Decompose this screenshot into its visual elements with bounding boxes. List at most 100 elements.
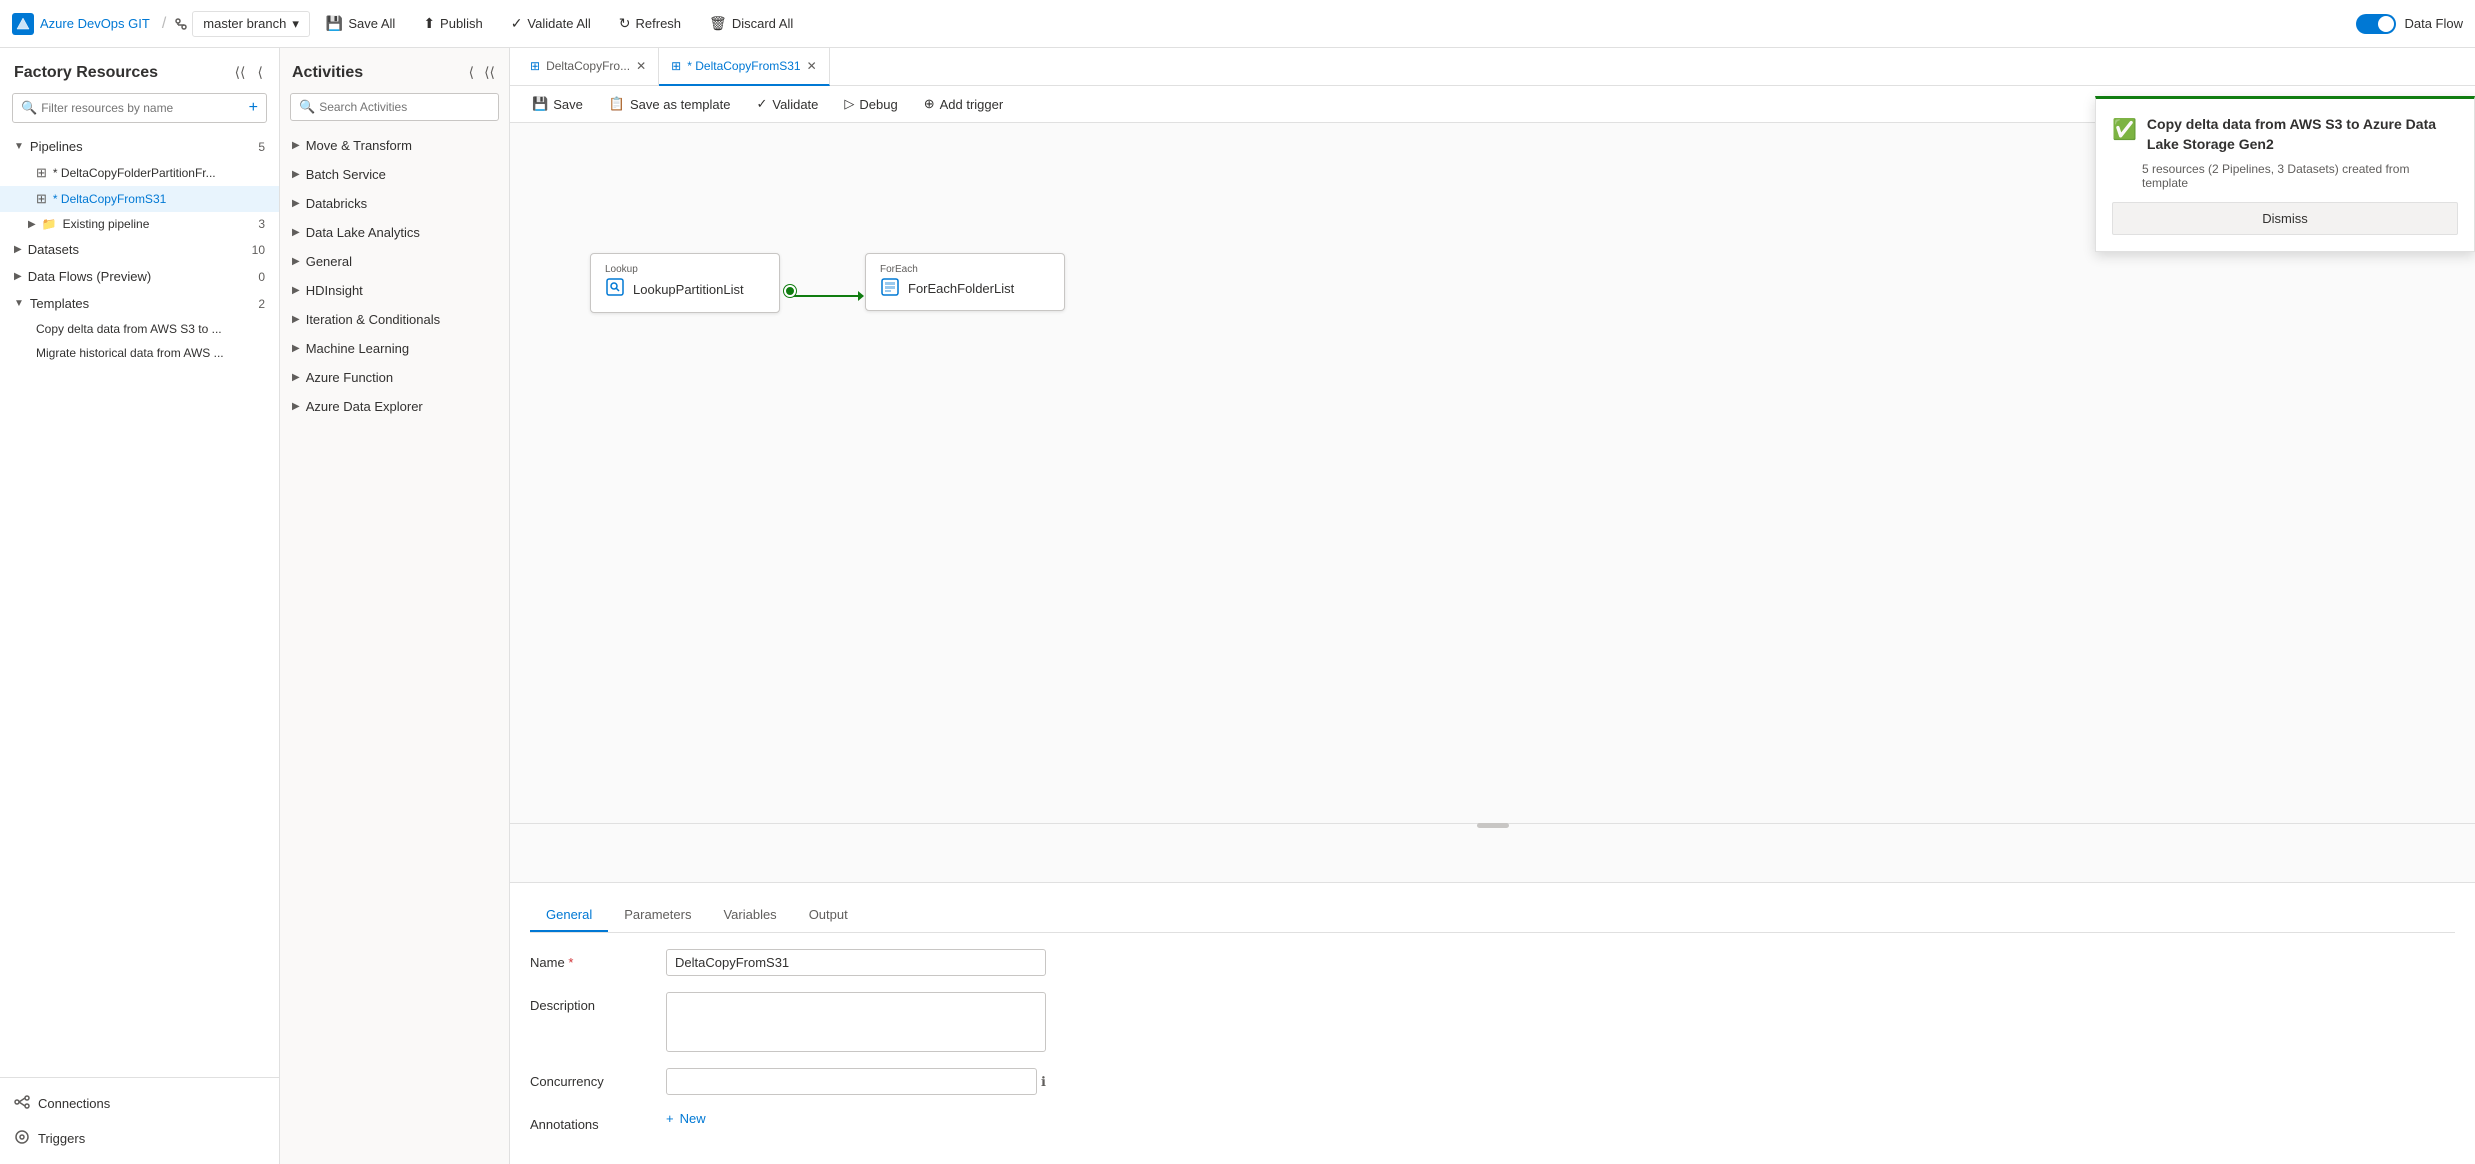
activity-group-azure-function[interactable]: ▶ Azure Function <box>280 363 509 392</box>
lookup-node[interactable]: Lookup LookupPartitionList <box>590 253 780 313</box>
sidebar-section-dataflows[interactable]: ▶ Data Flows (Preview) 0 <box>0 263 279 290</box>
activities-search-icon: 🔍 <box>299 99 315 115</box>
move-transform-label: Move & Transform <box>306 138 412 153</box>
datasets-chevron-icon: ▶ <box>14 244 22 255</box>
validate-button[interactable]: ✓ Validate <box>746 92 828 116</box>
sidebar-minimize-icon[interactable]: ⟨ <box>256 62 265 83</box>
general-chevron-icon: ▶ <box>292 256 300 267</box>
pipeline-canvas[interactable]: Lookup LookupPartitionList <box>510 123 2475 1164</box>
template-item-2[interactable]: Migrate historical data from AWS ... <box>0 341 279 365</box>
branch-label: master branch <box>203 16 286 31</box>
left-sidebar: Factory Resources ⟨⟨ ⟨ 🔍 + ▼ Pipelines 5… <box>0 48 280 1164</box>
add-trigger-button[interactable]: ⊕ Add trigger <box>914 92 1014 116</box>
activity-group-batch-service[interactable]: ▶ Batch Service <box>280 160 509 189</box>
add-trigger-icon: ⊕ <box>924 96 935 112</box>
refresh-button[interactable]: ↻ Refresh <box>607 10 693 37</box>
save-as-template-button[interactable]: 📋 Save as template <box>599 92 741 116</box>
sidebar-collapse-icon[interactable]: ⟨⟨ <box>233 62 248 83</box>
databricks-chevron-icon: ▶ <box>292 198 300 209</box>
iteration-conditionals-chevron-icon: ▶ <box>292 314 300 325</box>
batch-service-chevron-icon: ▶ <box>292 169 300 180</box>
toast-dismiss-button[interactable]: Dismiss <box>2112 202 2458 235</box>
data-flow-toggle[interactable] <box>2356 14 2396 34</box>
hdinsight-label: HDInsight <box>306 283 363 298</box>
activity-group-hdinsight[interactable]: ▶ HDInsight <box>280 276 509 305</box>
foreach-node[interactable]: ForEach ForEachFolderList <box>865 253 1065 311</box>
sidebar-item-triggers[interactable]: Triggers <box>0 1121 279 1156</box>
lookup-node-content: Lookup LookupPartitionList <box>605 264 744 302</box>
azure-function-label: Azure Function <box>306 370 393 385</box>
azure-data-explorer-label: Azure Data Explorer <box>306 399 423 414</box>
save-button[interactable]: 💾 Save <box>522 92 593 116</box>
concurrency-info-icon: ℹ <box>1041 1074 1046 1090</box>
tab2-close-button[interactable]: ✕ <box>807 59 817 73</box>
save-template-icon: 📋 <box>609 96 625 112</box>
publish-button[interactable]: ⬆ Publish <box>411 10 494 37</box>
save-all-button[interactable]: 💾 Save All <box>314 10 407 37</box>
activities-minimize-icon[interactable]: ⟨⟨ <box>482 62 497 83</box>
pipeline-tab-2[interactable]: ⊞ * DeltaCopyFromS31 ✕ <box>659 48 830 86</box>
tab-general[interactable]: General <box>530 899 608 932</box>
existing-pipeline-item[interactable]: ▶ 📁 Existing pipeline 3 <box>0 212 279 236</box>
template-item-1[interactable]: Copy delta data from AWS S3 to ... <box>0 317 279 341</box>
existing-pipeline-label: Existing pipeline <box>63 217 150 231</box>
pipeline-item-1[interactable]: ⊞ * DeltaCopyFolderPartitionFr... <box>0 160 279 186</box>
discard-all-button[interactable]: 🗑 Discard All <box>697 10 805 37</box>
activities-search-input[interactable] <box>319 100 490 114</box>
activity-group-machine-learning[interactable]: ▶ Machine Learning <box>280 334 509 363</box>
git-icon <box>174 17 188 31</box>
connections-label: Connections <box>38 1096 110 1111</box>
activities-collapse-icon[interactable]: ⟨ <box>467 62 476 83</box>
debug-button[interactable]: ▷ Debug <box>834 92 907 116</box>
name-input[interactable] <box>666 949 1046 976</box>
tab2-label: * DeltaCopyFromS31 <box>687 59 800 73</box>
top-toolbar: Azure DevOps GIT / master branch ▾ 💾 Sav… <box>0 0 2475 48</box>
pipeline-item-2[interactable]: ⊞ * DeltaCopyFromS31 <box>0 186 279 212</box>
tab-output[interactable]: Output <box>793 899 864 932</box>
sidebar-section-templates[interactable]: ▼ Templates 2 <box>0 290 279 317</box>
branch-chevron-icon: ▾ <box>292 16 299 32</box>
brand-label: Azure DevOps GIT <box>40 16 150 31</box>
activities-header-icons: ⟨ ⟨⟨ <box>467 62 497 83</box>
sidebar-section-datasets[interactable]: ▶ Datasets 10 <box>0 236 279 263</box>
sidebar-add-button[interactable]: + <box>249 99 258 117</box>
panel-resize-handle[interactable] <box>1477 823 1509 828</box>
properties-tabs: General Parameters Variables Output <box>530 899 2455 933</box>
tab1-close-button[interactable]: ✕ <box>636 59 646 73</box>
validate-all-button[interactable]: ✓ Validate All <box>499 10 603 37</box>
new-annotation-button[interactable]: + New <box>666 1111 706 1126</box>
sidebar-search-input[interactable] <box>41 101 248 115</box>
debug-label: Debug <box>859 97 897 112</box>
machine-learning-chevron-icon: ▶ <box>292 343 300 354</box>
activity-group-azure-data-explorer[interactable]: ▶ Azure Data Explorer <box>280 392 509 421</box>
tab-parameters[interactable]: Parameters <box>608 899 707 932</box>
dataflows-count: 0 <box>258 270 265 284</box>
azure-icon <box>12 13 34 35</box>
tab-variables[interactable]: Variables <box>707 899 792 932</box>
sidebar-search-box[interactable]: 🔍 + <box>12 93 267 123</box>
refresh-icon: ↻ <box>619 15 631 32</box>
description-input[interactable] <box>666 992 1046 1052</box>
activity-group-databricks[interactable]: ▶ Databricks <box>280 189 509 218</box>
pipeline-tab-1[interactable]: ⊞ DeltaCopyFro... ✕ <box>518 48 659 86</box>
data-lake-analytics-label: Data Lake Analytics <box>306 225 420 240</box>
general-label: General <box>306 254 352 269</box>
branch-selector[interactable]: master branch ▾ <box>192 11 310 37</box>
foreach-node-group-label: ForEach <box>880 264 1014 275</box>
save-label: Save <box>553 97 583 112</box>
concurrency-input[interactable] <box>666 1068 1037 1095</box>
activity-group-iteration-conditionals[interactable]: ▶ Iteration & Conditionals <box>280 305 509 334</box>
activity-group-move-transform[interactable]: ▶ Move & Transform <box>280 131 509 160</box>
toast-header: ✅ Copy delta data from AWS S3 to Azure D… <box>2112 115 2458 154</box>
main-layout: Factory Resources ⟨⟨ ⟨ 🔍 + ▼ Pipelines 5… <box>0 48 2475 1164</box>
activity-group-data-lake-analytics[interactable]: ▶ Data Lake Analytics <box>280 218 509 247</box>
annotations-label: Annotations <box>530 1111 650 1132</box>
activity-group-general[interactable]: ▶ General <box>280 247 509 276</box>
annotations-field-row: Annotations + New <box>530 1111 2455 1132</box>
datasets-label: Datasets <box>28 242 79 257</box>
sidebar-item-connections[interactable]: Connections <box>0 1086 279 1121</box>
activities-search-box[interactable]: 🔍 <box>290 93 499 121</box>
templates-label: Templates <box>30 296 89 311</box>
sidebar-section-pipelines[interactable]: ▼ Pipelines 5 <box>0 133 279 160</box>
template-label-2: Migrate historical data from AWS ... <box>36 346 224 360</box>
